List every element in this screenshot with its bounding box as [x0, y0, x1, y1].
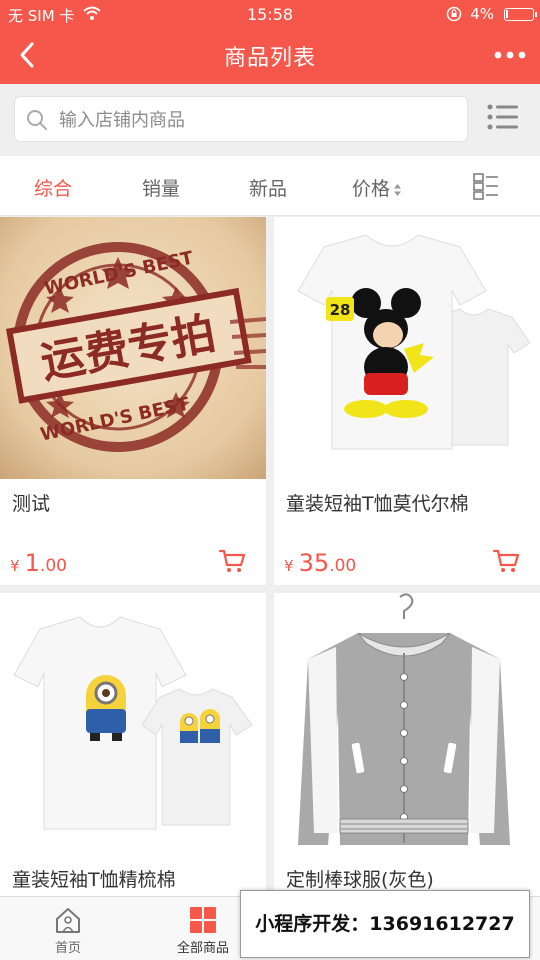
tab-home-label: 首页	[54, 941, 81, 956]
product-image[interactable]	[0, 593, 266, 855]
cart-icon[interactable]	[218, 547, 246, 575]
tab-home[interactable]: 首页	[40, 905, 96, 956]
product-image[interactable]: WORLD'S BEST WORLD'S BEST 运费专拍	[0, 217, 266, 479]
product-name[interactable]: 童装短袖T恤莫代尔棉	[286, 489, 469, 516]
product-card[interactable]: 28 童装短袖T恤莫代尔棉 ¥ 35.00	[274, 217, 540, 585]
sort-arrows-icon	[394, 183, 402, 196]
tab-comprehensive[interactable]: 综合	[34, 174, 72, 201]
stamp-top-text: WORLD'S BEST	[43, 247, 196, 299]
layout-toggle-icon[interactable]	[472, 172, 500, 200]
search-input[interactable]	[59, 105, 459, 135]
list-menu-icon[interactable]	[486, 102, 520, 132]
search-icon	[27, 110, 47, 130]
tab-new[interactable]: 新品	[249, 174, 287, 201]
price-decimal: .00	[39, 556, 67, 576]
page-title: 商品列表	[223, 46, 316, 71]
svg-text:28: 28	[330, 301, 351, 319]
baseball-jacket-graphic	[298, 593, 510, 845]
battery-percent: 4%	[470, 5, 494, 23]
tab-sales[interactable]: 销量	[142, 174, 180, 201]
product-name[interactable]: 童装短袖T恤精梳棉	[12, 865, 176, 892]
product-card[interactable]: 童装短袖T恤精梳棉	[0, 593, 266, 896]
price-currency: ¥	[10, 557, 20, 575]
promo-banner: 小程序开发：13691612727	[240, 890, 530, 958]
sort-tabs: 综合 销量 新品 价格	[0, 156, 540, 216]
product-price: ¥ 35.00	[284, 549, 356, 577]
product-name[interactable]: 定制棒球服(灰色)	[286, 865, 434, 892]
tab-price-label: 价格	[352, 178, 391, 200]
price-currency: ¥	[284, 557, 294, 575]
home-icon	[56, 908, 80, 933]
tab-all-products[interactable]: 全部商品	[170, 905, 236, 956]
price-integer: 1	[24, 549, 40, 577]
more-dots-icon[interactable]	[492, 42, 528, 68]
search-row	[0, 84, 540, 156]
product-image[interactable]: 28	[274, 217, 540, 479]
search-box[interactable]	[14, 96, 468, 142]
cart-icon[interactable]	[492, 547, 520, 575]
tab-price[interactable]: 价格	[352, 174, 402, 201]
all-products-icon	[190, 907, 216, 933]
product-card[interactable]: 定制棒球服(灰色)	[274, 593, 540, 896]
tab-all-products-label: 全部商品	[176, 941, 229, 956]
stamp-graphic: WORLD'S BEST WORLD'S BEST 运费专拍	[6, 242, 266, 452]
tshirt-minion-graphic	[13, 616, 253, 830]
battery-fill	[506, 10, 508, 18]
price-integer: 35	[298, 549, 330, 577]
price-decimal: .00	[329, 556, 357, 576]
status-bar: 无 SIM 卡 15:58 4%	[0, 0, 540, 28]
top-bar: 无 SIM 卡 15:58 4% 商品列表	[0, 0, 540, 84]
product-card[interactable]: WORLD'S BEST WORLD'S BEST 运费专拍 测试 ¥ 1.00	[0, 217, 266, 585]
product-image[interactable]	[274, 593, 540, 855]
battery-icon	[504, 8, 537, 21]
rotation-lock-icon	[446, 6, 462, 22]
tshirt-mickey-graphic: 28	[297, 234, 531, 450]
product-price: ¥ 1.00	[10, 549, 67, 577]
product-name[interactable]: 测试	[12, 489, 50, 516]
